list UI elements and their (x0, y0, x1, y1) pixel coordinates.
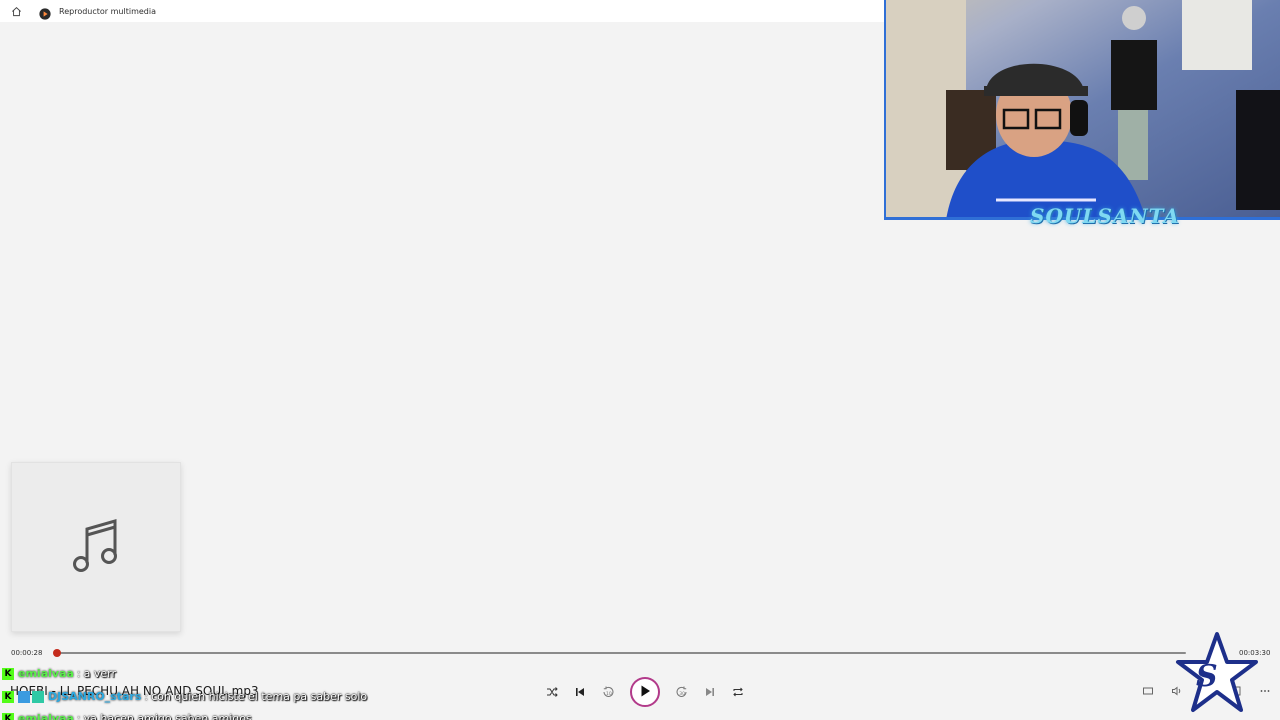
play-icon (638, 683, 652, 702)
current-time: 00:00:28 (11, 649, 43, 657)
next-icon[interactable] (700, 682, 720, 702)
webcam-overlay (884, 0, 1280, 220)
subscriber-badge-icon (18, 690, 30, 703)
chat-overlay: K emialvaa : a verr K DJSANRO_stars : co… (2, 666, 522, 720)
app-title: Reproductor multimedia (59, 6, 156, 16)
chat-message: K emialvaa : a verr (2, 666, 116, 681)
chat-message: K emialvaa : ya hacen amigo saben amigos (2, 711, 252, 720)
kick-badge-icon: K (2, 667, 14, 680)
chat-separator: : (76, 667, 81, 680)
seek-bar[interactable] (53, 649, 1186, 657)
music-note-icon (70, 515, 122, 579)
svg-text:S: S (1196, 659, 1218, 694)
more-icon[interactable] (1258, 684, 1272, 698)
chat-text: con quien hiciste el tema pa saber solo (151, 690, 368, 703)
kick-badge-icon: K (2, 690, 14, 703)
chat-text: a verr (83, 667, 116, 680)
chat-username: DJSANRO_stars (48, 690, 142, 703)
miniplayer-icon[interactable] (1141, 684, 1155, 698)
repeat-icon[interactable] (728, 682, 748, 702)
streamer-name: SOULSANTA (1030, 204, 1180, 228)
shuffle-icon[interactable] (542, 682, 562, 702)
svg-text:10: 10 (606, 691, 612, 697)
chat-username: emialvaa (18, 712, 74, 720)
star-logo-icon: S (1174, 630, 1260, 716)
title-bar: Reproductor multimedia (0, 0, 884, 22)
chat-separator: : (76, 712, 81, 720)
seek-thumb[interactable] (53, 649, 61, 657)
seek-bar-area: 00:00:28 00:03:30 (0, 644, 1280, 662)
forward-30-icon[interactable]: 30 (672, 682, 692, 702)
moderator-badge-icon (32, 690, 44, 703)
chat-username: emialvaa (18, 667, 74, 680)
home-icon[interactable] (9, 4, 23, 18)
chat-message: K DJSANRO_stars : con quien hiciste el t… (2, 689, 367, 704)
previous-icon[interactable] (570, 682, 590, 702)
media-player-icon (39, 5, 51, 20)
svg-text:30: 30 (679, 691, 685, 697)
chat-separator: : (144, 690, 149, 703)
album-art (11, 462, 181, 632)
rewind-10-icon[interactable]: 10 (598, 682, 618, 702)
transport-controls: 10 30 (538, 676, 752, 708)
kick-badge-icon: K (2, 712, 14, 720)
play-button[interactable] (630, 677, 660, 707)
chat-text: ya hacen amigo saben amigos (83, 712, 252, 720)
